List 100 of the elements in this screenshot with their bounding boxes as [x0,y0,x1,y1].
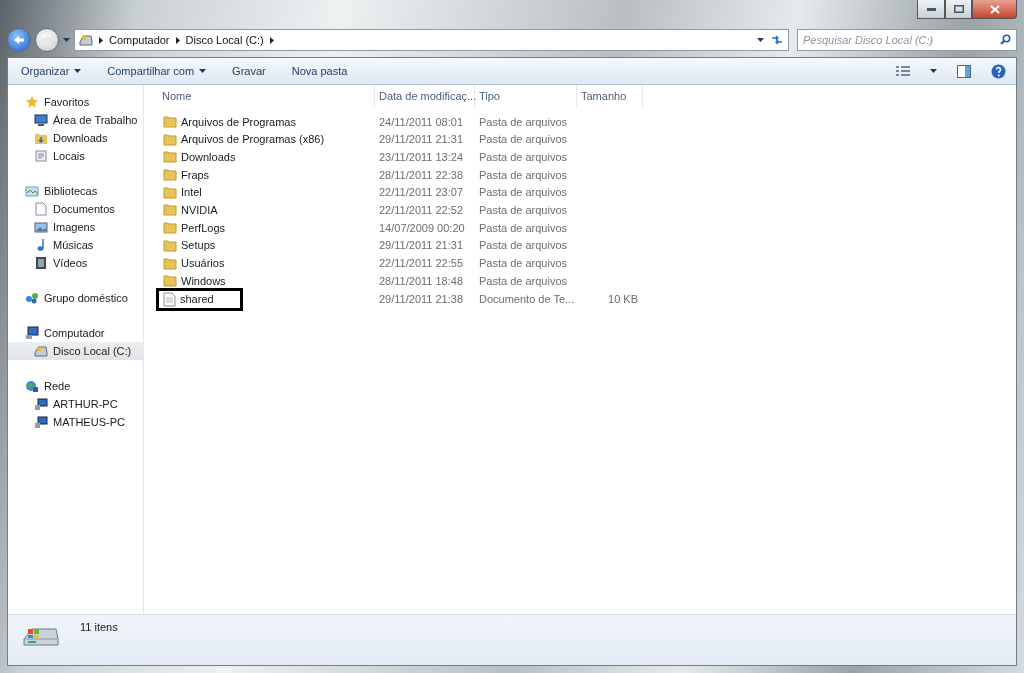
file-name[interactable]: Downloads [181,150,236,163]
caret-icon [63,38,70,42]
caret-icon [930,69,937,73]
breadcrumb[interactable]: Disco Local (C:) [185,34,264,46]
date-cell-text: 29/11/2011 21:38 [378,293,463,306]
toolbar-button[interactable]: Organizar [18,63,85,79]
folder-icon [163,274,177,288]
type-cell-text: Pasta de arquivos [478,115,568,128]
date-cell-text: 22/11/2011 23:07 [378,186,463,199]
chevron-icon [175,36,180,44]
caret-icon [199,69,207,73]
homegroup-icon [25,291,39,305]
file-name[interactable]: Setups [181,239,216,252]
item-count: 11 itens [80,621,118,633]
computer-icon [34,397,48,411]
folder-icon [163,115,177,128]
date-cell-text: 29/11/2011 21:31 [378,239,463,252]
refresh-icon[interactable] [770,34,784,46]
sidebar-item[interactable]: Área de Trabalho [8,111,143,129]
date-cell-text: 22/11/2011 22:52 [378,203,463,216]
sidebar-item[interactable]: Vídeos [8,254,143,272]
sidebar-item[interactable]: ARTHUR-PC [8,395,143,413]
column-header[interactable]: Tipo [475,85,577,107]
chevron-icon [99,36,103,44]
view-list-icon[interactable] [896,66,910,76]
image-icon [34,220,48,234]
file-name[interactable]: Usuários [181,257,225,269]
file-name[interactable]: Intel [181,186,202,199]
sidebar-item[interactable]: Locais [8,147,143,165]
globe-icon [25,379,39,393]
sidebar-item[interactable]: Downloads [8,129,143,147]
type-cell-text: Documento de Te... [478,293,575,306]
type-cell-text: Pasta de arquivos [478,239,568,252]
toolbar-button[interactable]: Compartilhar com [104,63,210,79]
monitor-icon [34,113,48,127]
file-name[interactable]: NVIDIA [181,203,218,216]
preview-pane-icon[interactable] [957,64,971,78]
size-cell-text: 10 KB [607,293,639,306]
folder-icon [163,150,177,164]
column-header[interactable]: Nome [158,85,375,107]
date-cell-text: 28/11/2011 18:48 [378,274,463,287]
search-icon [1000,34,1011,45]
file-name[interactable]: Arquivos de Programas (x86) [181,133,325,146]
folder-icon [163,238,177,252]
computer-icon [25,326,39,340]
type-cell-text: Pasta de arquivos [478,168,568,181]
star-icon [25,95,39,109]
search-field[interactable]: Pesquisar Disco Local (C:) [797,29,1017,51]
file-name[interactable]: Windows [181,274,226,287]
minimize-icon [926,7,936,11]
date-cell-text: 23/11/2011 13:24 [378,150,463,163]
sidebar-item[interactable]: Bibliotecas [8,182,143,200]
back-button[interactable] [7,28,31,52]
left-arrow-icon [13,35,25,45]
file-name[interactable]: PerfLogs [181,221,226,234]
sidebar-item[interactable]: MATHEUS-PC [8,413,143,431]
minimize-button[interactable] [917,0,945,19]
type-cell-text: Pasta de arquivos [478,257,568,269]
sidebar-item[interactable]: Favoritos [8,93,143,111]
sidebar-item[interactable]: Documentos [8,200,143,218]
type-cell-text: Pasta de arquivos [478,221,568,234]
sidebar-item[interactable]: Rede [8,377,143,395]
column-header[interactable]: Data de modificaç... [375,85,475,107]
file-name[interactable]: Arquivos de Programas [181,115,296,128]
file-name[interactable]: Fraps [181,168,210,181]
address-bar[interactable]: Computador Disco Local (C:) [74,29,789,51]
type-cell-text: Pasta de arquivos [478,203,568,216]
toolbar-button[interactable]: Gravar [229,63,269,79]
caret-icon [74,69,82,73]
close-icon [989,4,1000,14]
sidebar-item[interactable]: Grupo doméstico [8,289,143,307]
file-name[interactable]: shared [180,293,214,306]
folder-icon [163,185,177,199]
date-cell-text: 14/07/2009 00:20 [378,221,465,234]
folder-icon [163,203,177,217]
sidebar-item[interactable]: Músicas [8,236,143,254]
folder-icon [34,131,48,145]
drive-icon [34,344,48,358]
sidebar-item[interactable]: Disco Local (C:) [8,342,143,360]
close-button[interactable] [972,0,1017,19]
sidebar-item[interactable]: Computador [8,324,143,342]
caret-icon [757,38,764,42]
film-icon [34,256,48,270]
maximize-icon [953,5,964,13]
library-icon [25,184,39,198]
type-cell-text: Pasta de arquivos [478,274,568,287]
date-cell-text: 22/11/2011 22:55 [378,257,463,269]
maximize-button[interactable] [945,0,972,19]
chevron-icon [269,36,274,44]
type-cell-text: Pasta de arquivos [478,186,568,199]
type-cell-text: Pasta de arquivos [478,133,568,146]
document-icon [34,202,48,216]
toolbar-button[interactable]: Nova pasta [288,63,351,79]
folder-icon [163,132,177,146]
sidebar-item[interactable]: Imagens [8,218,143,236]
column-header[interactable]: Tamanho [577,85,643,107]
type-cell-text: Pasta de arquivos [478,150,568,163]
forward-button[interactable] [35,28,59,52]
help-icon[interactable] [991,63,1006,79]
breadcrumb[interactable]: Computador [109,34,170,46]
